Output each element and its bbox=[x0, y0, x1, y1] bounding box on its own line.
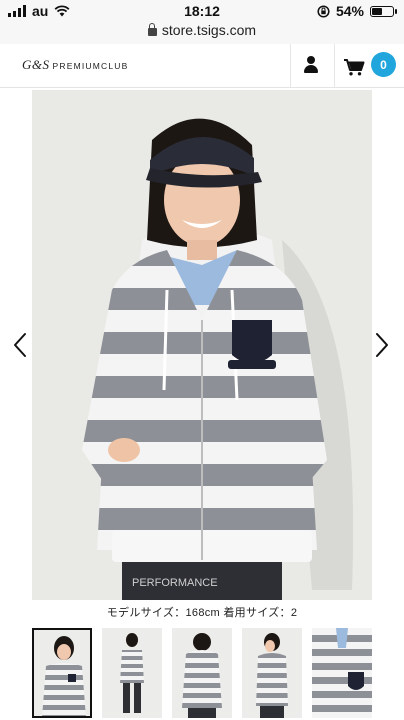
header-divider bbox=[334, 44, 335, 88]
thumbnail-3[interactable] bbox=[172, 628, 232, 718]
logo-sub: PREMIUMCLUB bbox=[52, 61, 129, 71]
thumbnail-strip bbox=[32, 628, 404, 720]
thumbnail-5[interactable] bbox=[312, 628, 372, 718]
product-main-image[interactable]: PERFORMANCE bbox=[32, 90, 372, 600]
brand-logo[interactable]: G&S PREMIUMCLUB bbox=[22, 57, 129, 73]
product-photo: PERFORMANCE bbox=[32, 90, 372, 600]
thumbnail-1[interactable] bbox=[32, 628, 92, 718]
next-image-button[interactable] bbox=[372, 330, 392, 360]
status-right: 54% bbox=[317, 3, 397, 19]
site-header: G&S PREMIUMCLUB bbox=[0, 44, 404, 88]
battery-icon bbox=[370, 5, 397, 17]
prev-image-button[interactable] bbox=[10, 330, 30, 360]
status-bar: au 18:12 54% store.tsigs.com bbox=[0, 0, 404, 44]
svg-text:PERFORMANCE: PERFORMANCE bbox=[132, 577, 218, 589]
battery-level bbox=[372, 7, 383, 15]
url-text: store.tsigs.com bbox=[161, 22, 257, 38]
orientation-lock-icon bbox=[317, 4, 330, 18]
cart-count-badge[interactable]: 0 bbox=[371, 52, 396, 77]
lock-icon bbox=[147, 23, 157, 36]
header-divider bbox=[290, 44, 291, 88]
logo-brand: G&S bbox=[22, 57, 50, 72]
thumbnail-2[interactable] bbox=[102, 628, 162, 718]
address-bar[interactable]: store.tsigs.com bbox=[0, 22, 404, 38]
thumbnail-4[interactable] bbox=[242, 628, 302, 718]
model-size-caption: モデルサイズ：168cm 着用サイズ：2 bbox=[106, 607, 298, 619]
account-button[interactable] bbox=[292, 44, 332, 88]
battery-percent: 54% bbox=[335, 3, 364, 19]
cart-icon[interactable] bbox=[340, 52, 368, 80]
